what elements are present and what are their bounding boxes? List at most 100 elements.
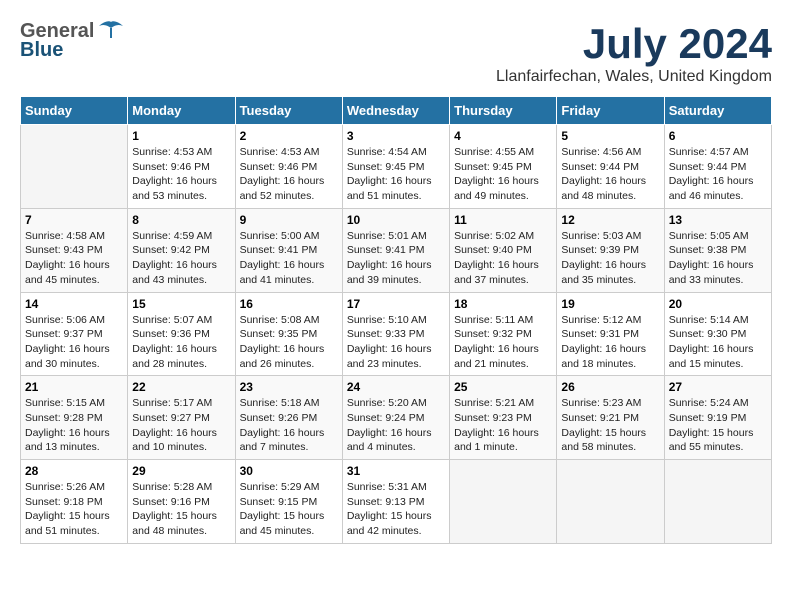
page-header: General Blue July 2024 Llanfairfechan, W… xyxy=(20,20,772,86)
day-number: 30 xyxy=(240,464,338,478)
day-info: Sunrise: 5:11 AM Sunset: 9:32 PM Dayligh… xyxy=(454,313,552,372)
day-info: Sunrise: 5:06 AM Sunset: 9:37 PM Dayligh… xyxy=(25,313,123,372)
calendar-cell: 2Sunrise: 4:53 AM Sunset: 9:46 PM Daylig… xyxy=(235,125,342,209)
month-title: July 2024 xyxy=(496,20,772,68)
calendar-week-row: 7 Sunrise: 4:58 AM Sunset: 9:43 PM Daylig… xyxy=(21,208,772,292)
day-info: Sunrise: 4:53 AM Sunset: 9:46 PM Dayligh… xyxy=(132,145,230,204)
day-number: 31 xyxy=(347,464,445,478)
calendar-cell xyxy=(450,460,557,544)
calendar-cell: 23 Sunrise: 5:18 AM Sunset: 9:26 PM Dayli… xyxy=(235,376,342,460)
day-info: Sunrise: 5:07 AM Sunset: 9:36 PM Dayligh… xyxy=(132,313,230,372)
calendar-cell: 20Sunrise: 5:14 AM Sunset: 9:30 PM Dayli… xyxy=(664,292,771,376)
day-number: 10 xyxy=(347,213,445,227)
day-number: 3 xyxy=(347,129,445,143)
calendar-cell: 24 Sunrise: 5:20 AM Sunset: 9:24 PM Dayli… xyxy=(342,376,449,460)
calendar-cell xyxy=(664,460,771,544)
calendar-day-header: Friday xyxy=(557,97,664,125)
day-info: Sunrise: 5:03 AM Sunset: 9:39 PM Dayligh… xyxy=(561,229,659,288)
day-number: 28 xyxy=(25,464,123,478)
calendar-day-header: Wednesday xyxy=(342,97,449,125)
calendar-cell: 11 Sunrise: 5:02 AM Sunset: 9:40 PM Dayli… xyxy=(450,208,557,292)
calendar-cell: 28Sunrise: 5:26 AM Sunset: 9:18 PM Dayli… xyxy=(21,460,128,544)
day-number: 27 xyxy=(669,380,767,394)
calendar-cell: 14 Sunrise: 5:06 AM Sunset: 9:37 PM Dayli… xyxy=(21,292,128,376)
day-info: Sunrise: 5:15 AM Sunset: 9:28 PM Dayligh… xyxy=(25,396,123,455)
day-number: 19 xyxy=(561,297,659,311)
day-number: 1 xyxy=(132,129,230,143)
day-info: Sunrise: 5:08 AM Sunset: 9:35 PM Dayligh… xyxy=(240,313,338,372)
calendar-week-row: 21 Sunrise: 5:15 AM Sunset: 9:28 PM Dayli… xyxy=(21,376,772,460)
day-number: 22 xyxy=(132,380,230,394)
calendar-day-header: Saturday xyxy=(664,97,771,125)
location: Llanfairfechan, Wales, United Kingdom xyxy=(496,68,772,86)
day-number: 7 xyxy=(25,213,123,227)
day-number: 2 xyxy=(240,129,338,143)
calendar-cell: 9 Sunrise: 5:00 AM Sunset: 9:41 PM Daylig… xyxy=(235,208,342,292)
day-info: Sunrise: 4:58 AM Sunset: 9:43 PM Dayligh… xyxy=(25,229,123,288)
calendar-cell: 10 Sunrise: 5:01 AM Sunset: 9:41 PM Dayli… xyxy=(342,208,449,292)
calendar-cell: 7 Sunrise: 4:58 AM Sunset: 9:43 PM Daylig… xyxy=(21,208,128,292)
day-number: 29 xyxy=(132,464,230,478)
calendar-cell: 4 Sunrise: 4:55 AM Sunset: 9:45 PM Daylig… xyxy=(450,125,557,209)
calendar-cell: 18 Sunrise: 5:11 AM Sunset: 9:32 PM Dayli… xyxy=(450,292,557,376)
calendar-cell: 13 Sunrise: 5:05 AM Sunset: 9:38 PM Dayli… xyxy=(664,208,771,292)
day-number: 20 xyxy=(669,297,767,311)
calendar-cell: 26 Sunrise: 5:23 AM Sunset: 9:21 PM Dayli… xyxy=(557,376,664,460)
day-info: Sunrise: 5:10 AM Sunset: 9:33 PM Dayligh… xyxy=(347,313,445,372)
day-number: 18 xyxy=(454,297,552,311)
calendar-cell xyxy=(21,125,128,209)
calendar-cell: 22Sunrise: 5:17 AM Sunset: 9:27 PM Dayli… xyxy=(128,376,235,460)
calendar-cell: 12Sunrise: 5:03 AM Sunset: 9:39 PM Dayli… xyxy=(557,208,664,292)
calendar-day-header: Thursday xyxy=(450,97,557,125)
calendar-table: SundayMondayTuesdayWednesdayThursdayFrid… xyxy=(20,96,772,544)
day-number: 5 xyxy=(561,129,659,143)
day-info: Sunrise: 5:12 AM Sunset: 9:31 PM Dayligh… xyxy=(561,313,659,372)
day-number: 21 xyxy=(25,380,123,394)
day-info: Sunrise: 5:20 AM Sunset: 9:24 PM Dayligh… xyxy=(347,396,445,455)
day-number: 25 xyxy=(454,380,552,394)
calendar-cell: 16 Sunrise: 5:08 AM Sunset: 9:35 PM Dayli… xyxy=(235,292,342,376)
logo: General Blue xyxy=(20,20,125,62)
day-number: 6 xyxy=(669,129,767,143)
calendar-cell: 29 Sunrise: 5:28 AM Sunset: 9:16 PM Dayli… xyxy=(128,460,235,544)
day-number: 11 xyxy=(454,213,552,227)
day-info: Sunrise: 4:56 AM Sunset: 9:44 PM Dayligh… xyxy=(561,145,659,204)
calendar-day-header: Tuesday xyxy=(235,97,342,125)
day-number: 14 xyxy=(25,297,123,311)
day-number: 4 xyxy=(454,129,552,143)
day-info: Sunrise: 5:28 AM Sunset: 9:16 PM Dayligh… xyxy=(132,480,230,539)
day-number: 15 xyxy=(132,297,230,311)
calendar-cell: 19 Sunrise: 5:12 AM Sunset: 9:31 PM Dayli… xyxy=(557,292,664,376)
calendar-day-header: Sunday xyxy=(21,97,128,125)
day-number: 9 xyxy=(240,213,338,227)
day-info: Sunrise: 5:02 AM Sunset: 9:40 PM Dayligh… xyxy=(454,229,552,288)
day-info: Sunrise: 5:01 AM Sunset: 9:41 PM Dayligh… xyxy=(347,229,445,288)
calendar-cell: 3 Sunrise: 4:54 AM Sunset: 9:45 PM Daylig… xyxy=(342,125,449,209)
day-number: 13 xyxy=(669,213,767,227)
calendar-week-row: 14 Sunrise: 5:06 AM Sunset: 9:37 PM Dayli… xyxy=(21,292,772,376)
day-info: Sunrise: 5:05 AM Sunset: 9:38 PM Dayligh… xyxy=(669,229,767,288)
day-number: 24 xyxy=(347,380,445,394)
day-number: 16 xyxy=(240,297,338,311)
calendar-week-row: 28Sunrise: 5:26 AM Sunset: 9:18 PM Dayli… xyxy=(21,460,772,544)
day-info: Sunrise: 5:23 AM Sunset: 9:21 PM Dayligh… xyxy=(561,396,659,455)
calendar-cell: 6 Sunrise: 4:57 AM Sunset: 9:44 PM Daylig… xyxy=(664,125,771,209)
day-info: Sunrise: 4:54 AM Sunset: 9:45 PM Dayligh… xyxy=(347,145,445,204)
logo-blue: Blue xyxy=(20,39,63,62)
calendar-cell: 30Sunrise: 5:29 AM Sunset: 9:15 PM Dayli… xyxy=(235,460,342,544)
day-number: 26 xyxy=(561,380,659,394)
day-info: Sunrise: 4:57 AM Sunset: 9:44 PM Dayligh… xyxy=(669,145,767,204)
day-number: 23 xyxy=(240,380,338,394)
day-number: 8 xyxy=(132,213,230,227)
calendar-day-header: Monday xyxy=(128,97,235,125)
day-info: Sunrise: 5:31 AM Sunset: 9:13 PM Dayligh… xyxy=(347,480,445,539)
calendar-cell: 21 Sunrise: 5:15 AM Sunset: 9:28 PM Dayli… xyxy=(21,376,128,460)
calendar-cell: 31 Sunrise: 5:31 AM Sunset: 9:13 PM Dayli… xyxy=(342,460,449,544)
calendar-cell: 17Sunrise: 5:10 AM Sunset: 9:33 PM Dayli… xyxy=(342,292,449,376)
day-info: Sunrise: 4:55 AM Sunset: 9:45 PM Dayligh… xyxy=(454,145,552,204)
day-info: Sunrise: 5:00 AM Sunset: 9:41 PM Dayligh… xyxy=(240,229,338,288)
calendar-cell: 15 Sunrise: 5:07 AM Sunset: 9:36 PM Dayli… xyxy=(128,292,235,376)
calendar-header-row: SundayMondayTuesdayWednesdayThursdayFrid… xyxy=(21,97,772,125)
calendar-cell xyxy=(557,460,664,544)
day-info: Sunrise: 5:18 AM Sunset: 9:26 PM Dayligh… xyxy=(240,396,338,455)
